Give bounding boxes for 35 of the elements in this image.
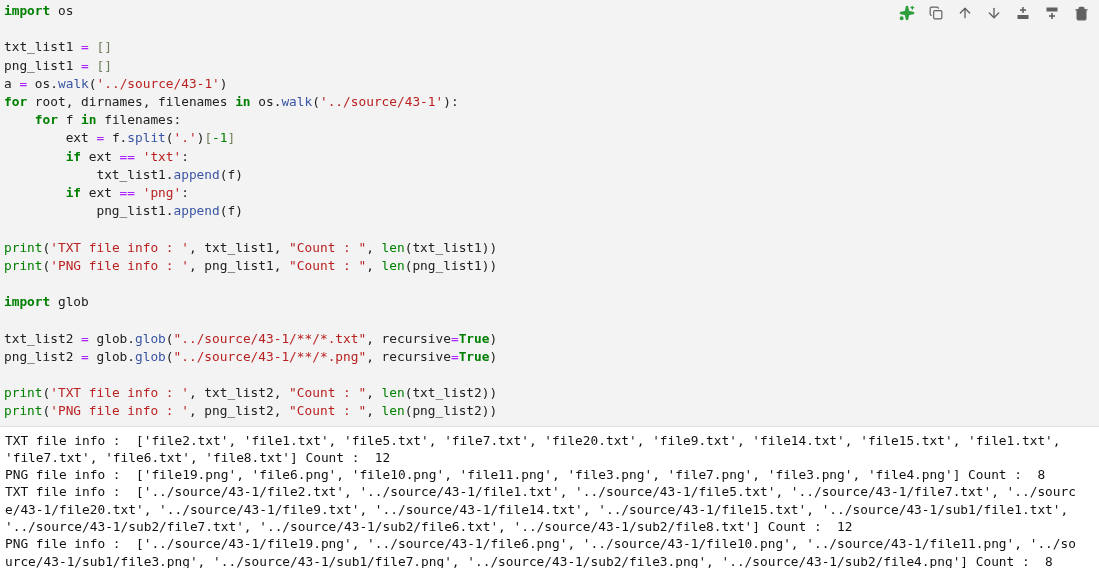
copy-icon: [929, 6, 943, 20]
insert-above-icon: [1016, 6, 1030, 20]
code-line: ext = f.split('.')[-1]: [64, 129, 236, 148]
code-line: print('TXT file info : ', txt_list2, "Count : ", len(txt_list2)): [4, 384, 498, 403]
code-editor[interactable]: [0, 0, 1099, 427]
code-line: png_list1 = []: [4, 56, 112, 75]
output-line: '../source/43-1/sub2/file7.txt', '../source/43-1/sub2/file6.txt', '../source/43-1/sub2/file8.txt'] Count : 12: [5, 518, 854, 536]
code-line: print('TXT file info : ', txt_list1, "Count : ", len(txt_list1)): [4, 238, 498, 257]
code-line: txt_list1.append(f): [95, 165, 243, 184]
code-line: for root, dirnames, filenames in os.walk('../source/43-1'):: [4, 93, 459, 111]
output-line: 'file7.txt', 'file6.txt', 'file8.txt'] Count : 12: [5, 448, 392, 467]
output-line: e/43-1/file20.txt', '../source/43-1/file9.txt', '../source/43-1/file14.txt', '../source/43-1/file15.txt', '../source/43-1/sub1/file1.txt',: [5, 500, 1070, 519]
output-line: PNG file info : ['file19.png', 'file6.png', 'file10.png', 'file11.png', 'file3.png', 'file7.png', 'file3.png', 'file4.png'] Count : 8: [5, 466, 1047, 484]
code-line: import os: [4, 2, 74, 20]
code-line: a = os.walk('../source/43-1'): [4, 74, 228, 93]
arrow-up-icon: [957, 5, 973, 21]
code-line: print('PNG file info : ', png_list1, "Count : ", len(png_list1)): [4, 256, 498, 275]
ai-assist-button[interactable]: [897, 3, 917, 23]
output-line: TXT file info : ['file2.txt', 'file1.txt', 'file5.txt', 'file7.txt', 'file20.txt', 'file9.txt', 'file14.txt', 'file15.txt', 'file1.txt',: [5, 431, 1062, 449]
code-line: txt_list2 = glob.glob("../source/43-1/**/*.txt", recursive=True): [4, 329, 498, 348]
code-line: png_list2 = glob.glob("../source/43-1/**/*.png", recursive=True): [4, 347, 498, 366]
code-line: png_list1.append(f): [95, 202, 243, 221]
trash-icon: [1073, 5, 1089, 21]
output-line: urce/43-1/sub1/file3.png', '../source/43-1/sub1/file7.png', '../source/43-1/sub2/file3.png', '../source/43-1/sub2/file4.png'] Count : 8: [5, 552, 1054, 568]
code-line: if ext == 'png':: [64, 184, 189, 202]
code-line: for f in filenames:: [33, 111, 182, 130]
code-line: if ext == 'txt':: [64, 147, 189, 166]
code-line: txt_list1 = []: [4, 38, 112, 57]
code-line: print('PNG file info : ', png_list2, "Count : ", len(png_list2)): [4, 402, 498, 421]
arrow-down-icon: [986, 5, 1002, 21]
code-line: import glob: [4, 293, 89, 312]
output-line: PNG file info : ['../source/43-1/file19.png', '../source/43-1/file6.png', '../source/43-1/file10.png', '../source/43-1/file11.png', '../so: [5, 535, 1077, 553]
insert-below-icon: [1045, 6, 1059, 20]
output-line: TXT file info : ['../source/43-1/file2.txt', '../source/43-1/file1.txt', '../source/43-1/file5.txt', '../source/43-1/file7.txt', '../sourc: [5, 483, 1077, 501]
sparkles-icon: [899, 5, 915, 21]
